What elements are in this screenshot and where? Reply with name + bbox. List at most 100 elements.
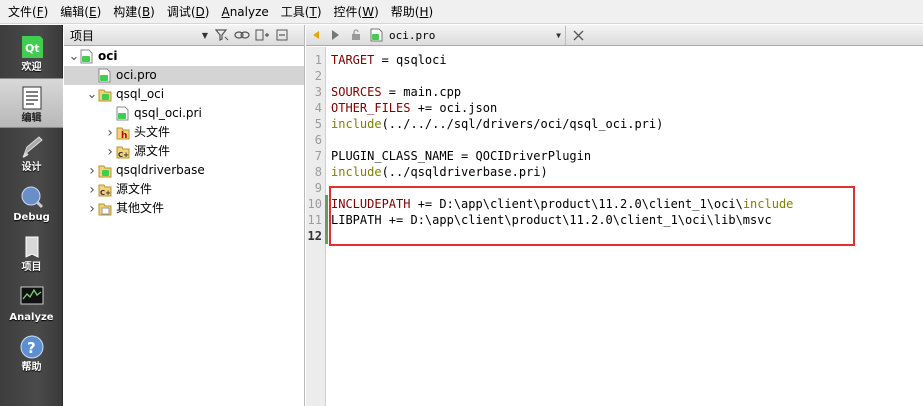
- debug-bug-icon: [19, 184, 45, 210]
- other-folder-icon: [98, 201, 112, 216]
- chevron-right-icon[interactable]: ›: [104, 125, 116, 141]
- chevron-down-icon[interactable]: ⌄: [68, 50, 80, 63]
- back-arrow-icon[interactable]: [306, 26, 326, 45]
- tree-item-label: 源文件: [134, 144, 171, 158]
- tree-item[interactable]: oci.pro: [64, 66, 304, 85]
- chevron-right-icon[interactable]: ›: [104, 144, 116, 160]
- code-line: include(../../../sql/drivers/oci/qsql_oc…: [331, 116, 663, 132]
- menu-item[interactable]: 调试(D): [161, 0, 216, 24]
- code-token: = QOCIDriverPlugin: [453, 149, 592, 163]
- tree-item-label: 源文件: [116, 182, 153, 196]
- project-view-label: 项目: [70, 28, 95, 43]
- chevron-right-icon[interactable]: ›: [86, 163, 98, 179]
- analyze-monitor-icon: [19, 284, 45, 310]
- mode-help[interactable]: ? 帮助: [0, 328, 63, 378]
- line-number: 10: [307, 197, 322, 211]
- tree-item[interactable]: › qsqldriverbase: [64, 161, 304, 180]
- project-pane: 项目 ▼ ⌄ oci oci.pro ⌄ qsql_oci qsql_oci.pri › h 头…: [64, 25, 305, 406]
- tree-item-label: 头文件: [134, 125, 171, 139]
- mode-project-wrench[interactable]: 项目: [0, 228, 63, 278]
- chevron-down-icon[interactable]: ⌄: [86, 88, 98, 101]
- lock-icon[interactable]: [346, 26, 366, 45]
- document-edit-icon: [19, 85, 45, 111]
- code-line: PLUGIN_CLASS_NAME = QOCIDriverPlugin: [331, 148, 591, 164]
- mode-sidebar: Qt 欢迎编辑设计 Debug 项目 Analyze? 帮助: [0, 25, 63, 406]
- source-folder-icon: C+: [116, 144, 130, 159]
- pro-file-icon: [98, 68, 112, 83]
- mode-qt-logo[interactable]: Qt 欢迎: [0, 28, 63, 78]
- mode-label: Debug: [13, 212, 50, 223]
- help-icon: ?: [19, 334, 45, 360]
- mode-label: 帮助: [21, 362, 42, 373]
- svg-text:?: ?: [27, 339, 36, 357]
- code-token: (../../../sql/drivers/oci/qsql_oci.pri): [381, 117, 664, 131]
- svg-text:C+: C+: [100, 189, 111, 197]
- tree-item[interactable]: › h 头文件: [64, 123, 304, 142]
- code-token: OTHER_FILES: [331, 101, 411, 115]
- pri-folder-icon: [98, 163, 112, 178]
- tree-item-label: qsqldriverbase: [116, 163, 205, 177]
- menu-item[interactable]: 帮助(H): [385, 0, 439, 24]
- mode-document-edit[interactable]: 编辑: [0, 78, 63, 128]
- open-file-selector[interactable]: oci.pro ▼: [366, 25, 566, 45]
- code-line: include(../qsqldriverbase.pri): [331, 164, 548, 180]
- line-number: 1: [314, 53, 322, 67]
- code-token: SOURCES: [331, 85, 382, 99]
- tree-item-label: qsql_oci.pri: [134, 106, 202, 120]
- mode-design-pencil[interactable]: 设计: [0, 128, 63, 178]
- menu-item[interactable]: 文件(F): [2, 0, 54, 24]
- line-number: 3: [314, 85, 322, 99]
- split-add-icon[interactable]: [252, 26, 272, 45]
- chevron-right-icon[interactable]: ›: [86, 182, 98, 198]
- tree-item[interactable]: ⌄ qsql_oci: [64, 85, 304, 104]
- menu-item[interactable]: 控件(W): [328, 0, 385, 24]
- mode-label: 项目: [21, 262, 42, 273]
- code-token: include: [331, 117, 382, 131]
- line-number: 5: [314, 117, 322, 131]
- filter-icon[interactable]: [212, 26, 232, 45]
- mode-debug-bug[interactable]: Debug: [0, 178, 63, 228]
- close-icon[interactable]: [568, 26, 588, 45]
- tree-item[interactable]: ⌄ oci: [64, 47, 304, 66]
- design-pencil-icon: [19, 134, 45, 160]
- qt-logo-icon: Qt: [19, 34, 45, 60]
- menu-item[interactable]: 编辑(E): [54, 0, 107, 24]
- tree-item-label: qsql_oci: [116, 87, 165, 101]
- mode-label: 编辑: [21, 113, 42, 124]
- project-toolbar: 项目 ▼: [64, 25, 304, 46]
- pro-file-icon: [116, 106, 130, 121]
- mode-label: 欢迎: [21, 62, 42, 73]
- menu-bar: 文件(F) 编辑(E) 构建(B) 调试(D) Analyze 工具(T) 控件(W) 帮助(…: [0, 0, 923, 24]
- line-number: 9: [314, 181, 322, 195]
- code-token: include: [331, 165, 382, 179]
- menu-item[interactable]: Analyze: [215, 0, 274, 24]
- menu-item[interactable]: 工具(T): [275, 0, 328, 24]
- annotation-highlight-box: [329, 186, 855, 246]
- line-number: 4: [314, 101, 322, 115]
- project-wrench-icon: [19, 234, 45, 260]
- svg-text:Qt: Qt: [25, 42, 40, 55]
- line-number: 12: [307, 229, 322, 243]
- tree-item[interactable]: › C+ 源文件: [64, 180, 304, 199]
- close-pane-icon[interactable]: [272, 26, 292, 45]
- line-number-gutter: 1 2 3 4 5 6 7 8 9 10 11 12: [306, 47, 326, 406]
- tree-item[interactable]: › 其他文件: [64, 199, 304, 218]
- project-view-selector[interactable]: 项目 ▼: [68, 26, 212, 45]
- tree-item[interactable]: › C+ 源文件: [64, 142, 304, 161]
- line-number: 2: [314, 69, 322, 83]
- link-sync-icon[interactable]: [232, 26, 252, 45]
- line-number: 11: [307, 213, 322, 227]
- code-token: PLUGIN_CLASS_NAME: [331, 149, 454, 163]
- code-token: TARGET: [331, 53, 375, 67]
- chevron-right-icon[interactable]: ›: [86, 201, 98, 217]
- header-folder-icon: h: [116, 125, 130, 141]
- code-token: = qsqloci: [374, 53, 447, 67]
- line-number: 8: [314, 165, 322, 179]
- mode-analyze-monitor[interactable]: Analyze: [0, 278, 63, 328]
- line-number: 7: [314, 149, 322, 163]
- menu-item[interactable]: 构建(B): [107, 0, 161, 24]
- tree-item[interactable]: qsql_oci.pri: [64, 104, 304, 123]
- pro-file-icon: [370, 28, 383, 42]
- change-marker: [325, 195, 328, 244]
- forward-arrow-icon[interactable]: [326, 26, 346, 45]
